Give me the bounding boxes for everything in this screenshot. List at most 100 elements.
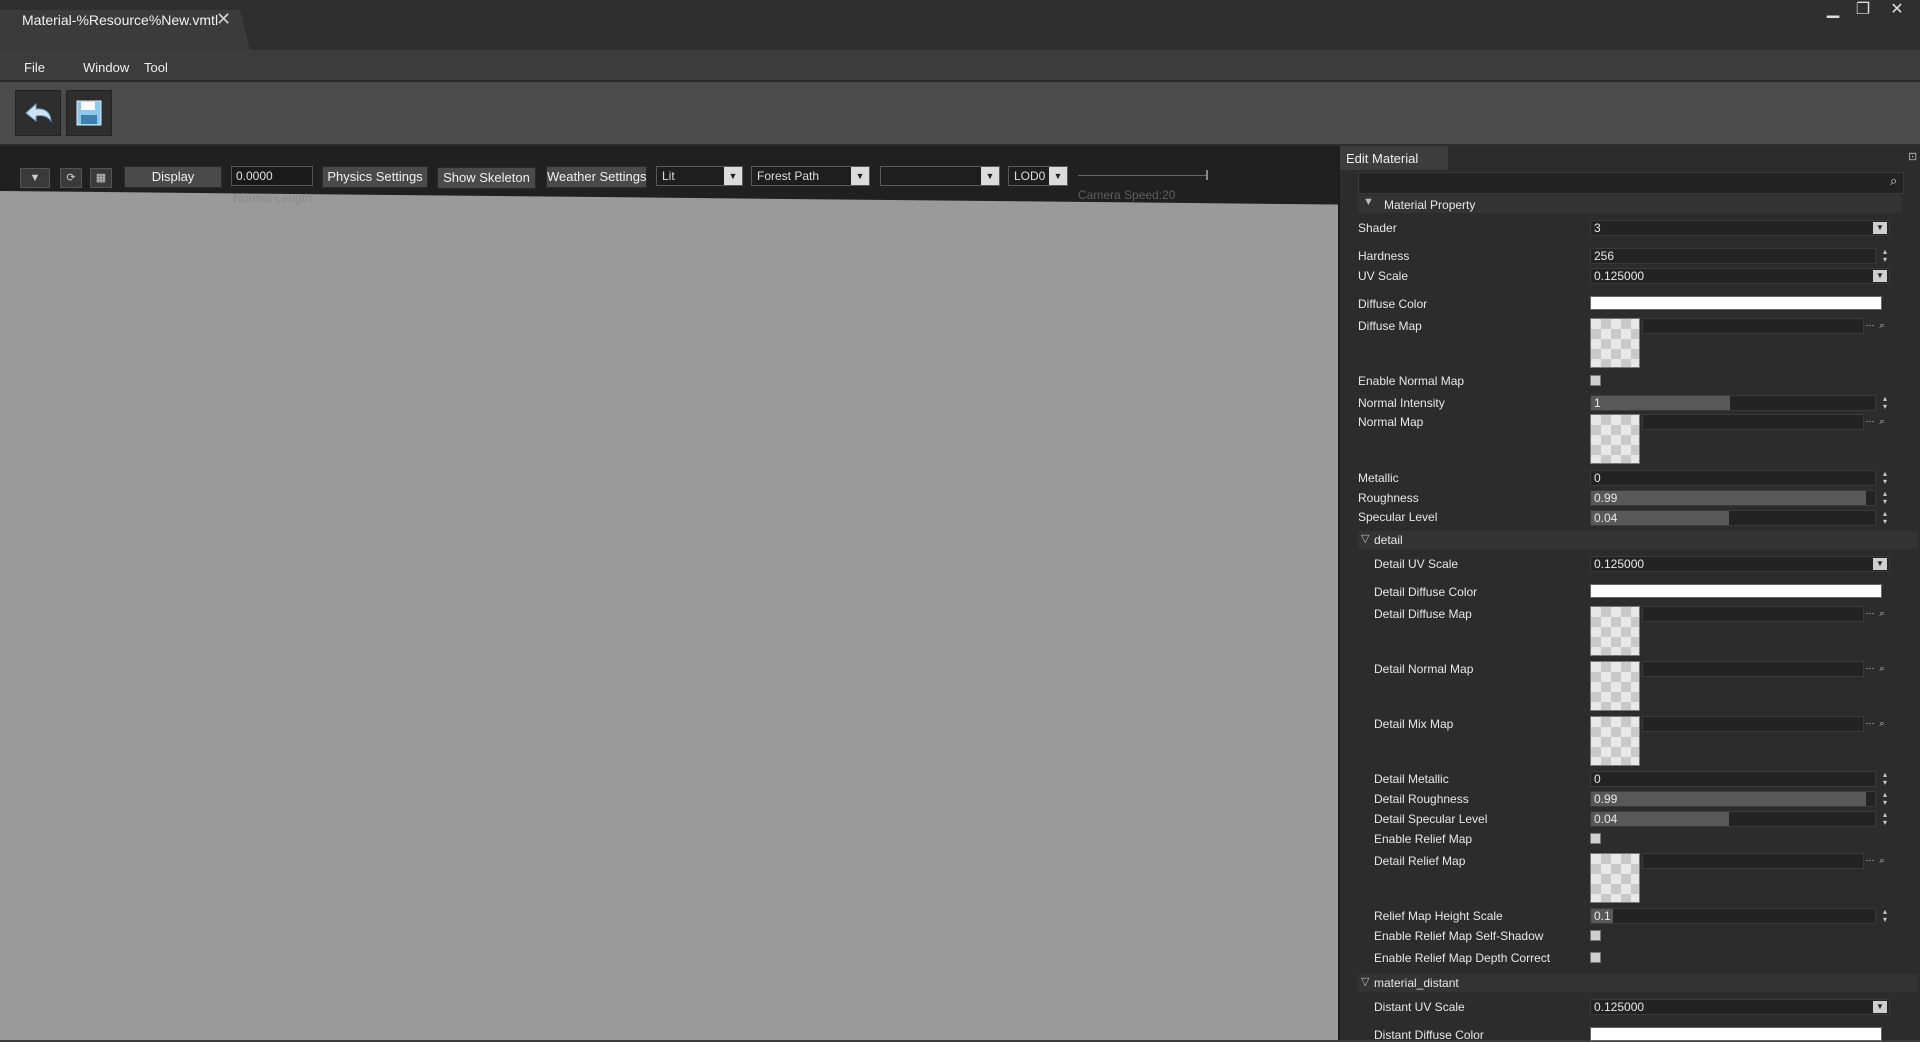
weather-settings-button[interactable]: Weather Settings	[546, 166, 647, 188]
detail-normal-map-thumbnail[interactable]	[1590, 661, 1640, 711]
spinner-icon[interactable]: ▴ ▾	[1880, 811, 1890, 827]
enable-normal-map-checkbox[interactable]	[1590, 375, 1601, 386]
specular-level-input[interactable]: 0.04	[1590, 510, 1876, 526]
collapse-triangle-icon[interactable]: ▽	[1361, 532, 1369, 545]
normal-intensity-input[interactable]: 1	[1590, 395, 1876, 411]
diffuse-map-path[interactable]	[1642, 318, 1864, 334]
spinner-icon[interactable]: ▴ ▾	[1880, 470, 1890, 486]
detail-diffuse-map-path[interactable]	[1642, 606, 1864, 622]
undo-button[interactable]	[15, 90, 61, 136]
close-window-icon[interactable]: ✕	[1882, 0, 1912, 22]
spinner-icon[interactable]: ▴ ▾	[1880, 771, 1890, 787]
scene-select[interactable]: Forest Path ▼	[751, 166, 870, 186]
uv-scale-select[interactable]: 0.125000 ▼	[1590, 268, 1890, 284]
diffuse-map-thumbnail[interactable]	[1590, 318, 1640, 368]
locate-icon[interactable]: ⌕	[1876, 855, 1888, 867]
metallic-input[interactable]: 0	[1590, 470, 1876, 486]
spinner-icon[interactable]: ▴ ▾	[1880, 791, 1890, 807]
menu-file[interactable]: File	[24, 60, 45, 75]
detail-mix-map-thumbnail[interactable]	[1590, 716, 1640, 766]
distant-uv-scale-label: Distant UV Scale	[1374, 1000, 1465, 1014]
browse-icon[interactable]: ⋯	[1864, 416, 1876, 428]
relief-height-scale-input[interactable]: 0.1	[1590, 908, 1876, 924]
restore-icon[interactable]: ❐	[1848, 0, 1878, 22]
shader-select[interactable]: 3 ▼	[1590, 220, 1890, 236]
detail-specular-level-label: Detail Specular Level	[1374, 812, 1488, 826]
material-property-title: Material Property	[1384, 198, 1476, 212]
detail-section-header[interactable]	[1358, 531, 1918, 549]
search-icon[interactable]: ⌕	[1890, 173, 1897, 189]
spinner-icon[interactable]: ▴ ▾	[1880, 908, 1890, 924]
detail-uv-scale-select[interactable]: 0.125000 ▼	[1590, 556, 1890, 572]
display-button[interactable]: Display	[124, 166, 222, 188]
refresh-icon[interactable]: ⟳	[60, 168, 82, 188]
relief-self-shadow-checkbox[interactable]	[1590, 930, 1601, 941]
detail-metallic-input[interactable]: 0	[1590, 771, 1876, 787]
detail-roughness-input[interactable]: 0.99	[1590, 791, 1876, 807]
lighting-mode-select[interactable]: Lit ▼	[656, 166, 743, 186]
normal-map-path[interactable]	[1642, 414, 1864, 430]
roughness-fill	[1591, 491, 1866, 505]
enable-relief-map-checkbox[interactable]	[1590, 833, 1601, 844]
property-search-input[interactable]	[1358, 172, 1904, 194]
roughness-input[interactable]: 0.99	[1590, 490, 1876, 506]
locate-icon[interactable]: ⌕	[1876, 608, 1888, 620]
distant-uv-scale-select[interactable]: 0.125000 ▼	[1590, 999, 1890, 1015]
shader-label: Shader	[1358, 221, 1397, 235]
menu-window[interactable]: Window	[83, 60, 129, 75]
locate-icon[interactable]: ⌕	[1876, 718, 1888, 730]
spinner-icon[interactable]: ▴ ▾	[1880, 395, 1890, 411]
detail-section-title: detail	[1374, 533, 1403, 547]
detail-specular-level-input[interactable]: 0.04	[1590, 811, 1876, 827]
spinner-icon[interactable]: ▴ ▾	[1880, 510, 1890, 526]
grid-icon[interactable]: ▦	[90, 168, 112, 188]
close-tab-icon[interactable]: ✕	[216, 9, 231, 30]
collapse-triangle-icon[interactable]: ▼	[1363, 196, 1374, 208]
locate-icon[interactable]: ⌕	[1876, 416, 1888, 428]
normal-map-thumbnail[interactable]	[1590, 414, 1640, 464]
browse-icon[interactable]: ⋯	[1864, 320, 1876, 332]
spinner-icon[interactable]: ▴ ▾	[1880, 490, 1890, 506]
physics-settings-button[interactable]: Physics Settings	[322, 166, 428, 188]
detail-mix-map-path[interactable]	[1642, 716, 1864, 732]
menu-tool[interactable]: Tool	[144, 60, 168, 75]
hardness-input[interactable]: 256	[1590, 248, 1876, 264]
browse-icon[interactable]: ⋯	[1864, 718, 1876, 730]
browse-icon[interactable]: ⋯	[1864, 608, 1876, 620]
dropdown-arrow-icon[interactable]: ▼	[20, 168, 50, 188]
diffuse-color-swatch[interactable]	[1590, 296, 1882, 310]
document-tab-title[interactable]: Material-%Resource%New.vmtl	[22, 12, 218, 28]
locate-icon[interactable]: ⌕	[1876, 320, 1888, 332]
detail-relief-map-path[interactable]	[1642, 853, 1864, 869]
detail-relief-map-thumbnail[interactable]	[1590, 853, 1640, 903]
camera-speed-label: Camera Speed:20	[1078, 188, 1176, 202]
detail-diffuse-color-swatch[interactable]	[1590, 584, 1882, 598]
relief-depth-correct-checkbox[interactable]	[1590, 952, 1601, 963]
pin-icon[interactable]: ⊡	[1908, 150, 1917, 163]
show-skeleton-button[interactable]: Show Skeleton	[437, 167, 536, 189]
minimize-icon[interactable]: ▁	[1818, 0, 1848, 22]
chevron-down-icon: ▼	[1873, 1001, 1887, 1013]
extra-select[interactable]: ▼	[880, 166, 1000, 186]
camera-speed-slider-handle[interactable]	[1206, 170, 1208, 180]
lod-select[interactable]: LOD0 ▼	[1008, 166, 1068, 186]
enable-normal-map-label: Enable Normal Map	[1358, 374, 1465, 388]
detail-uv-scale-value: 0.125000	[1594, 557, 1645, 571]
camera-speed-slider-track[interactable]	[1078, 175, 1208, 176]
browse-icon[interactable]: ⋯	[1864, 663, 1876, 675]
distant-diffuse-color-swatch[interactable]	[1590, 1027, 1882, 1041]
detail-diffuse-map-thumbnail[interactable]	[1590, 606, 1640, 656]
collapse-triangle-icon[interactable]: ▽	[1361, 975, 1369, 988]
diffuse-map-label: Diffuse Map	[1358, 319, 1422, 333]
3d-viewport[interactable]: ▼ ⟳ ▦ Display 0.0000 Normal Length Physi…	[0, 146, 1338, 1040]
locate-icon[interactable]: ⌕	[1876, 663, 1888, 675]
normal-length-input[interactable]: 0.0000	[231, 166, 313, 186]
save-icon	[76, 100, 102, 126]
browse-icon[interactable]: ⋯	[1864, 855, 1876, 867]
edit-material-tab-label: Edit Material	[1346, 151, 1419, 166]
diffuse-color-label: Diffuse Color	[1358, 297, 1428, 311]
relief-depth-correct-label: Enable Relief Map Depth Correct	[1374, 951, 1551, 965]
detail-normal-map-path[interactable]	[1642, 661, 1864, 677]
save-button[interactable]	[66, 90, 112, 136]
spinner-icon[interactable]: ▴ ▾	[1880, 248, 1890, 264]
